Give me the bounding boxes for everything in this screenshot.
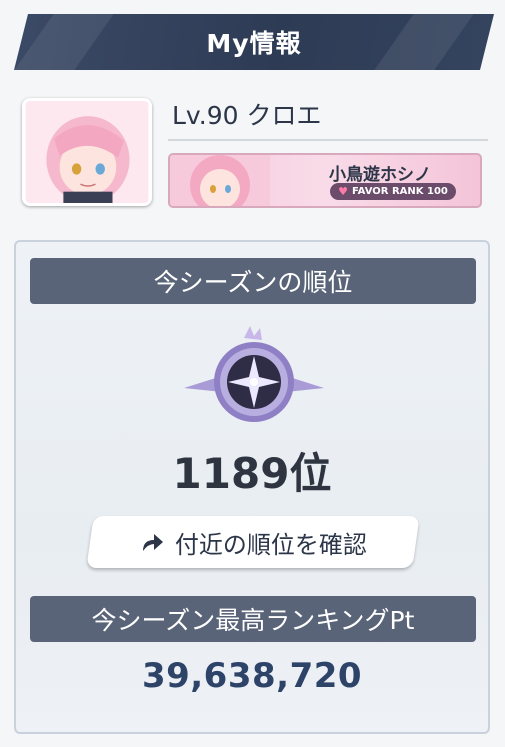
divider — [168, 139, 488, 141]
heart-icon: ♥ — [338, 185, 348, 198]
season-rank-panel: 今シーズンの順位 1189位 付近の順位を確認 今シーズン最高ランキングPt 3… — [14, 240, 490, 734]
check-nearby-rank-button[interactable]: 付近の順位を確認 — [86, 516, 420, 568]
rank-emblem-icon — [184, 326, 324, 422]
favor-student-card[interactable]: 小鳥遊ホシノ ♥ FAVOR RANK 100 — [168, 153, 482, 208]
share-arrow-icon — [143, 534, 163, 551]
season-rank-heading: 今シーズンの順位 — [30, 258, 476, 304]
season-rank-value: 1189位 — [172, 449, 332, 498]
favor-rank-badge: ♥ FAVOR RANK 100 — [330, 183, 456, 200]
my-info-header: My情報 — [14, 14, 494, 70]
favor-student-name: 小鳥遊ホシノ — [329, 165, 431, 185]
player-avatar[interactable] — [22, 98, 152, 206]
header-title: My情報 — [206, 29, 302, 58]
avatar-portrait — [25, 101, 149, 203]
favor-rank-label: FAVOR RANK 100 — [351, 186, 448, 197]
player-level-name: Lv.90 クロエ — [172, 101, 322, 130]
season-best-points-value: 39,638,720 — [141, 656, 363, 696]
season-best-points-heading: 今シーズン最高ランキングPt — [30, 596, 476, 642]
check-nearby-rank-label: 付近の順位を確認 — [175, 530, 367, 559]
